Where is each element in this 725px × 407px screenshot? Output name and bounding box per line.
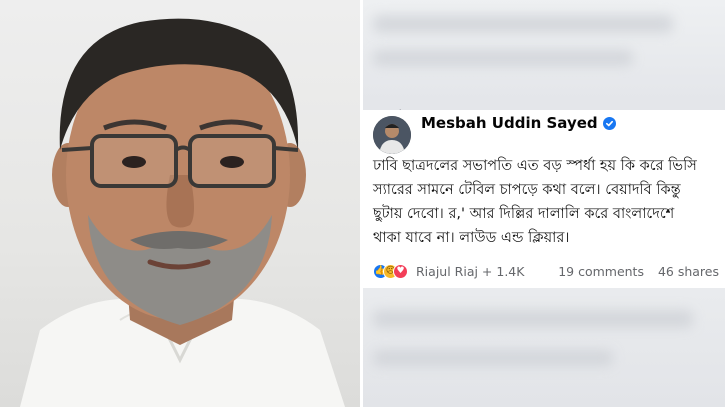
blurred-content — [373, 350, 613, 366]
portrait-photo — [0, 0, 360, 407]
facebook-post-screenshot: 3h Mesbah Uddin Sayed ঢাবি ছাত্রদলের সভা… — [363, 0, 725, 407]
reaction-bar: 👍 ☹ ♥ Riajul Riaj + 1.4K 19 comments 46 … — [373, 260, 719, 282]
verified-badge-icon — [602, 116, 616, 130]
reactions-count[interactable]: Riajul Riaj + 1.4K — [416, 264, 524, 279]
engagement-counts: 19 comments 46 shares — [548, 264, 719, 279]
reaction-icons[interactable]: 👍 ☹ ♥ — [373, 263, 408, 279]
post-text-line: থাকা যাবে না। লাউড এন্ড ক্লিয়ার। — [373, 230, 570, 246]
blurred-content — [373, 50, 633, 66]
blurred-content — [373, 310, 693, 328]
author-name-text: Mesbah Uddin Sayed — [421, 114, 598, 132]
shares-count[interactable]: 46 shares — [658, 264, 719, 279]
post-text-line: স্যারের সামনে টেবিল চাপড়ে কথা বলে। বেয়… — [373, 182, 681, 198]
post-body: ঢাবি ছাত্রদলের সভাপতি এত বড় স্পর্ধা হয়… — [373, 154, 717, 250]
love-icon: ♥ — [393, 263, 408, 279]
author-name[interactable]: Mesbah Uddin Sayed — [421, 114, 616, 132]
blurred-content — [373, 15, 673, 33]
post-text-line: ছুটায় দেবো। র,' আর দিল্লির দালালি করে ব… — [373, 206, 675, 222]
post-card: Mesbah Uddin Sayed ঢাবি ছাত্রদলের সভাপতি… — [363, 110, 725, 288]
avatar[interactable] — [373, 116, 411, 154]
comments-count[interactable]: 19 comments — [558, 264, 644, 279]
post-text-line: ঢাবি ছাত্রদলের সভাপতি এত বড় স্পর্ধা হয়… — [373, 158, 697, 174]
